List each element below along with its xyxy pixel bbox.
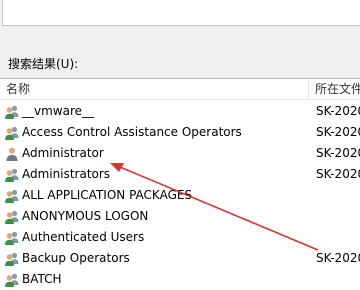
user-group-icon bbox=[5, 189, 19, 203]
list-item[interactable]: __vmware__ SK-2020 bbox=[0, 101, 360, 122]
list-item[interactable]: Administrator SK-2020 bbox=[0, 143, 360, 164]
list-item-folder: SK-2020 bbox=[316, 104, 360, 118]
column-header-name[interactable]: 名称 bbox=[6, 82, 30, 96]
user-group-icon bbox=[5, 252, 19, 266]
search-results-label: 搜索结果(U): bbox=[8, 57, 79, 71]
list-item-name: Administrators bbox=[22, 167, 111, 181]
list-item-folder: SK-2020 bbox=[316, 251, 360, 265]
list-item[interactable]: Backup Operators SK-2020 bbox=[0, 248, 360, 269]
list-item[interactable]: ALL APPLICATION PACKAGES bbox=[0, 185, 360, 206]
list-item-folder: SK-2020 bbox=[316, 167, 360, 181]
list-item-name: ANONYMOUS LOGON bbox=[22, 209, 149, 223]
column-divider[interactable] bbox=[308, 79, 309, 99]
list-item-name: __vmware__ bbox=[22, 104, 95, 118]
list-item[interactable]: Administrators SK-2020 bbox=[0, 164, 360, 185]
user-group-icon bbox=[5, 168, 19, 182]
list-item[interactable]: ANONYMOUS LOGON bbox=[0, 206, 360, 227]
list-item[interactable]: BATCH bbox=[0, 269, 360, 290]
user-group-icon bbox=[5, 105, 19, 119]
search-results-list[interactable]: 名称 所在文件 __vmware__ SK-2020 Access Con bbox=[0, 78, 360, 290]
list-item-name: BATCH bbox=[22, 272, 62, 286]
list-item-name: ALL APPLICATION PACKAGES bbox=[22, 188, 193, 202]
list-item-name: Administrator bbox=[22, 146, 104, 160]
list-item[interactable]: Authenticated Users bbox=[0, 227, 360, 248]
list-header: 名称 所在文件 bbox=[0, 79, 360, 100]
user-group-icon bbox=[5, 231, 19, 245]
search-criteria-area[interactable] bbox=[2, 0, 360, 26]
list-item-folder: SK-2020 bbox=[316, 125, 360, 139]
column-header-folder[interactable]: 所在文件 bbox=[315, 82, 360, 96]
user-group-icon bbox=[5, 273, 19, 287]
user-icon bbox=[6, 147, 18, 161]
top-panel bbox=[0, 0, 360, 56]
user-group-icon bbox=[5, 210, 19, 224]
list-item[interactable]: Access Control Assistance Operators SK-2… bbox=[0, 122, 360, 143]
user-group-icon bbox=[5, 126, 19, 140]
list-item-name: Backup Operators bbox=[22, 251, 130, 265]
list-item-name: Access Control Assistance Operators bbox=[22, 125, 242, 139]
list-item-folder: SK-2020 bbox=[316, 146, 360, 160]
list-item-name: Authenticated Users bbox=[22, 230, 145, 244]
select-users-dialog: 搜索结果(U): 名称 所在文件 __vmware__ SK-2020 bbox=[0, 0, 360, 290]
